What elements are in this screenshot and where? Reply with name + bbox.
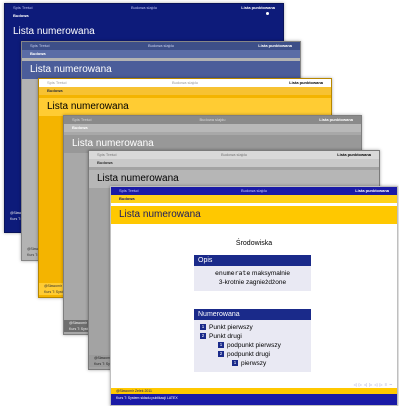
- opis-command: enumerate: [215, 269, 251, 277]
- enum-number-badge: 2: [200, 333, 206, 340]
- subheader-bar: Budowa: [64, 124, 361, 132]
- list-item: 1 Punkt pierwszy: [200, 323, 309, 332]
- header-bar: Spis Treści Budowa slajdu Lista punktowa…: [111, 187, 397, 198]
- list-item-label: Punkt pierwszy: [209, 324, 253, 331]
- header-middle[interactable]: Budowa slajdu: [241, 187, 267, 195]
- list-subitem: 1 podpunkt pierwszy: [200, 341, 309, 350]
- footer-course: Kurs T: System składu publikacji LATEX: [111, 394, 397, 405]
- header-right[interactable]: Lista punktowana: [355, 187, 389, 195]
- slide-content: Środowiska: [111, 227, 397, 247]
- slide-front[interactable]: Spis Treści Budowa slajdu Lista punktowa…: [110, 186, 398, 406]
- header-middle[interactable]: Budowa slajdu: [172, 79, 198, 87]
- opis-block-body: enumerate maksymalnie 3-krotnie zagnieżd…: [194, 266, 311, 291]
- header-left[interactable]: Spis Treści: [119, 187, 139, 195]
- header-middle[interactable]: Budowa slajdu: [148, 42, 174, 50]
- opis-block-title: Opis: [194, 255, 311, 266]
- numerowana-block: Numerowana 1 Punkt pierwszy 2 Punkt drugi …: [194, 309, 311, 372]
- header-right[interactable]: Lista punktowana: [337, 151, 371, 159]
- list-item-label: podpunkt pierwszy: [227, 342, 281, 349]
- header-left[interactable]: Spis Treści: [30, 42, 50, 50]
- slide-title: Lista numerowana: [13, 26, 95, 37]
- opis-line-2: 3-krotnie zagnieżdżone: [218, 279, 287, 286]
- numerowana-block-body: 1 Punkt pierwszy 2 Punkt drugi 1 podpunkt p…: [194, 320, 311, 372]
- header-right[interactable]: Lista punktowana: [258, 42, 292, 50]
- header-left[interactable]: Spis Treści: [13, 4, 33, 12]
- slide-title: Lista numerowana: [39, 98, 331, 116]
- header-right[interactable]: Lista punktowana: [241, 4, 275, 12]
- list-item-label: podpunkt drugi: [227, 351, 271, 358]
- subheader-bar: Budowa: [22, 50, 300, 58]
- opis-block: Opis enumerate maksymalnie 3-krotnie zag…: [194, 255, 311, 291]
- opis-line-1: enumerate maksymalnie: [196, 269, 309, 278]
- list-subsubitem: 1 pierwszy: [200, 359, 309, 368]
- header-right[interactable]: Lista punktowana: [319, 116, 353, 124]
- enum-number-badge: 2: [218, 351, 224, 358]
- enum-number-badge: 1: [200, 324, 206, 331]
- header-bar: Spis Treści Budowa slajdu Lista punktowa…: [5, 4, 283, 15]
- header-middle[interactable]: Budowa slajdu: [221, 151, 247, 159]
- header-right[interactable]: Lista punktowana: [289, 79, 323, 87]
- enum-number-badge: 1: [218, 342, 224, 349]
- numerowana-block-title: Numerowana: [194, 309, 311, 320]
- list-subitem: 2 podpunkt drugi: [200, 350, 309, 359]
- slide-title: Lista numerowana: [111, 206, 397, 224]
- list-item-label: Punkt drugi: [209, 333, 242, 340]
- subheader-bar: Budowa: [89, 159, 379, 167]
- header-bar: Spis Treści Budowa slajdu Lista punktowa…: [64, 116, 361, 127]
- list-item-label: pierwszy: [241, 360, 267, 367]
- enum-number-badge: 1: [232, 360, 238, 367]
- beamer-navigation-icons[interactable]: ◁ ▷ ◁ ▷ ◁ ▷ ≡ ∽: [354, 382, 393, 387]
- slide-stack: Spis Treści Budowa slajdu Lista punktowa…: [0, 0, 399, 406]
- header-middle[interactable]: Budowa slajdu: [199, 116, 225, 124]
- header-left[interactable]: Spis Treści: [72, 116, 92, 124]
- header-bar: Spis Treści Budowa slajdu Lista punktowa…: [89, 151, 379, 162]
- header-bar: Spis Treści Budowa slajdu Lista punktowa…: [39, 79, 331, 90]
- header-middle[interactable]: Budowa slajdu: [131, 4, 157, 12]
- slide-title: Lista numerowana: [22, 61, 300, 79]
- header-left[interactable]: Spis Treści: [47, 79, 67, 87]
- subheader-bar: Budowa: [39, 87, 331, 95]
- subheader-bar: Budowa: [13, 13, 29, 18]
- list-item: 2 Punkt drugi: [200, 332, 309, 341]
- subheader-bar: Budowa: [111, 195, 397, 203]
- header-left[interactable]: Spis Treści: [97, 151, 117, 159]
- opis-line-1-rest: maksymalnie: [250, 270, 290, 277]
- section-heading: Środowiska: [235, 240, 273, 247]
- header-bar: Spis Treści Budowa slajdu Lista punktowa…: [22, 42, 300, 53]
